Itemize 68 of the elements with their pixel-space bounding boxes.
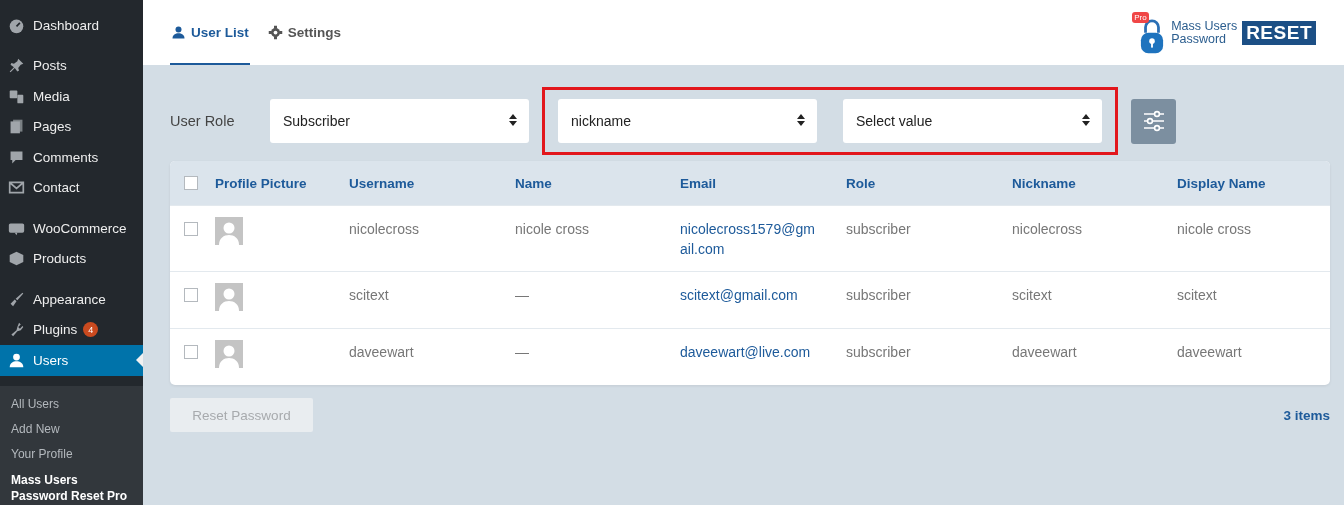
logo-text: Mass Users	[1171, 19, 1238, 33]
checkbox[interactable]	[184, 176, 198, 190]
nickname: daveewart	[1012, 343, 1077, 362]
checkbox[interactable]	[184, 345, 198, 359]
nickname: nicolecross	[1012, 220, 1083, 239]
column-header[interactable]: Profile Picture	[215, 175, 307, 191]
name: nicole cross	[515, 220, 589, 239]
nickname: scitext	[1012, 286, 1052, 305]
email-link[interactable]: nicolecross1579@gmail.com	[680, 219, 816, 259]
email-link[interactable]: daveewart@live.com	[680, 342, 816, 362]
menu-item[interactable]: Posts	[0, 50, 143, 81]
column-header[interactable]: Email	[680, 175, 717, 191]
column-header[interactable]: Role	[846, 175, 876, 191]
menu-item[interactable]: Plugins 4	[0, 314, 143, 345]
role: subscriber	[846, 286, 911, 305]
submenu-item[interactable]: Your Profile	[0, 441, 143, 467]
role: subscriber	[846, 220, 911, 239]
display-name: daveewart	[1177, 343, 1242, 362]
checkbox[interactable]	[184, 222, 198, 236]
username: nicolecross	[349, 220, 420, 239]
menu-item[interactable]: Contact	[0, 172, 143, 203]
display-name: scitext	[1177, 286, 1217, 305]
menu-item[interactable]: Pages	[0, 111, 143, 142]
user-icon	[171, 25, 186, 40]
count-badge: 4	[83, 322, 99, 338]
email-link[interactable]: scitext@gmail.com	[680, 285, 816, 305]
gear-icon	[267, 25, 283, 40]
pro-badge: Pro	[1132, 11, 1149, 23]
column-header[interactable]: Nickname	[1012, 175, 1076, 191]
logo-text: Password	[1171, 32, 1228, 46]
avatar-icon	[215, 217, 243, 245]
pages-icon	[8, 118, 25, 136]
filter-label: User Role	[170, 113, 236, 129]
menu-item[interactable]: Media	[0, 81, 143, 112]
tab[interactable]: User List	[170, 2, 250, 65]
name: —	[515, 286, 529, 305]
menu-item[interactable]: Products	[0, 243, 143, 274]
field-select[interactable]: nickname	[558, 99, 817, 143]
item-count: 3 items	[1283, 407, 1330, 423]
avatar-icon	[215, 340, 243, 368]
column-header[interactable]: Username	[349, 175, 415, 191]
submenu-item[interactable]: Mass Users Password Reset Pro	[0, 466, 140, 505]
username: daveewart	[349, 343, 414, 362]
brush-icon	[8, 290, 25, 308]
value-select[interactable]: Select value	[843, 99, 1102, 143]
display-name: nicole cross	[1177, 220, 1251, 239]
column-header[interactable]: Name	[515, 175, 552, 191]
tab[interactable]: Settings	[266, 2, 343, 65]
sliders-icon	[1141, 109, 1166, 133]
menu-item[interactable]: WooCommerce	[0, 213, 143, 244]
checkbox[interactable]	[184, 288, 198, 302]
name: —	[515, 343, 529, 362]
submenu-item[interactable]: Add New	[0, 416, 143, 442]
user-icon	[8, 351, 25, 369]
submenu-item[interactable]: All Users	[0, 391, 143, 417]
menu-item[interactable]: Dashboard	[0, 10, 143, 41]
logo-word: RESET	[1242, 20, 1316, 45]
column-header[interactable]: Display Name	[1177, 175, 1266, 191]
pushpin-icon	[8, 57, 25, 75]
menu-item[interactable]: Appearance	[0, 284, 143, 315]
box-icon	[8, 250, 25, 268]
avatar-icon	[215, 283, 243, 311]
role-select[interactable]: Subscriber	[270, 99, 529, 143]
menu-item[interactable]: Users	[0, 345, 143, 376]
filter-button[interactable]	[1131, 98, 1176, 144]
menu-item[interactable]: Comments	[0, 142, 143, 173]
role: subscriber	[846, 343, 911, 362]
username: scitext	[349, 286, 389, 305]
